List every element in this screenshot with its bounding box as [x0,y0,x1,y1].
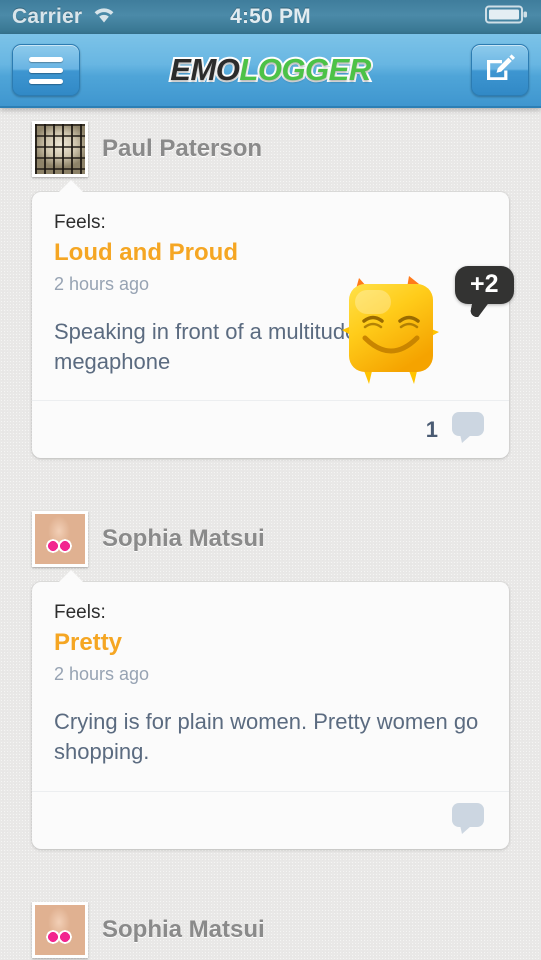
carrier-label: Carrier [12,5,83,28]
menu-button[interactable] [12,44,80,96]
post-timestamp: 2 hours ago [54,664,150,685]
post-author-name: Paul Paterson [102,135,263,162]
logo-text-logger: LOGGER [237,50,373,89]
post-item[interactable]: Paul Paterson +2 Feels: Loud and Proud 2… [0,120,541,459]
post-text: Speaking in front of a multitude with a … [54,319,421,374]
feels-label: Feels: [54,212,106,233]
post-card-body: Feels: Loud and Proud 2 hours ago Speaki… [32,192,509,400]
post-header: Sophia Matsui [0,510,541,568]
app-logo: EMOLOGGER [0,50,541,89]
post-author-name: Sophia Matsui [102,525,265,553]
post-item[interactable]: Sophia Matsui [0,901,541,960]
feels-label: Feels: [54,602,106,624]
feels-value: Pretty [54,629,123,657]
post-card: Feels: Pretty 2 hours ago Crying is for … [32,570,509,849]
comment-count: 1 [425,416,438,442]
logo-text-emo: EMO [168,50,242,89]
nav-bar: EMOLOGGER [0,34,541,108]
post-header: Sophia Matsui [0,901,541,959]
status-bar-left: Carrier [12,5,117,30]
post-header: Paul Paterson [0,120,541,178]
wifi-icon [91,5,117,30]
status-bar: Carrier 4:50 PM [0,0,541,34]
post-card-footer: 1 [32,400,509,458]
avatar-woman-yellow[interactable] [32,901,88,958]
avatar-woman-yellow[interactable] [32,511,88,568]
post-text: Crying is for plain women. Pretty women … [54,709,479,765]
emoji-count-badge[interactable]: +2 [455,266,514,304]
hamburger-icon [29,56,63,84]
comment-bubble-icon[interactable] [451,411,485,448]
post-card: Feels: Loud and Proud 2 hours ago Speaki… [32,179,509,459]
post-author-name: Sophia Matsui [102,915,265,943]
post-card-body: Feels: Pretty 2 hours ago Crying is for … [32,582,509,790]
compose-pencil-icon [483,51,517,90]
post-item[interactable]: Sophia Matsui [0,510,541,849]
compose-button[interactable] [471,44,529,96]
post-timestamp: 2 hours ago [54,274,150,294]
feels-value: Loud and Proud [54,239,238,266]
avatar-bird-in-cage[interactable] [32,121,88,177]
app-root: Carrier 4:50 PM EMOLOGGER Paul Paterson … [0,0,541,960]
status-bar-right [485,4,529,31]
battery-icon [485,4,529,31]
comment-bubble-icon[interactable] [451,802,485,839]
feed-list[interactable]: Paul Paterson +2 Feels: Loud and Proud 2… [0,108,541,960]
post-card-footer [32,790,509,849]
